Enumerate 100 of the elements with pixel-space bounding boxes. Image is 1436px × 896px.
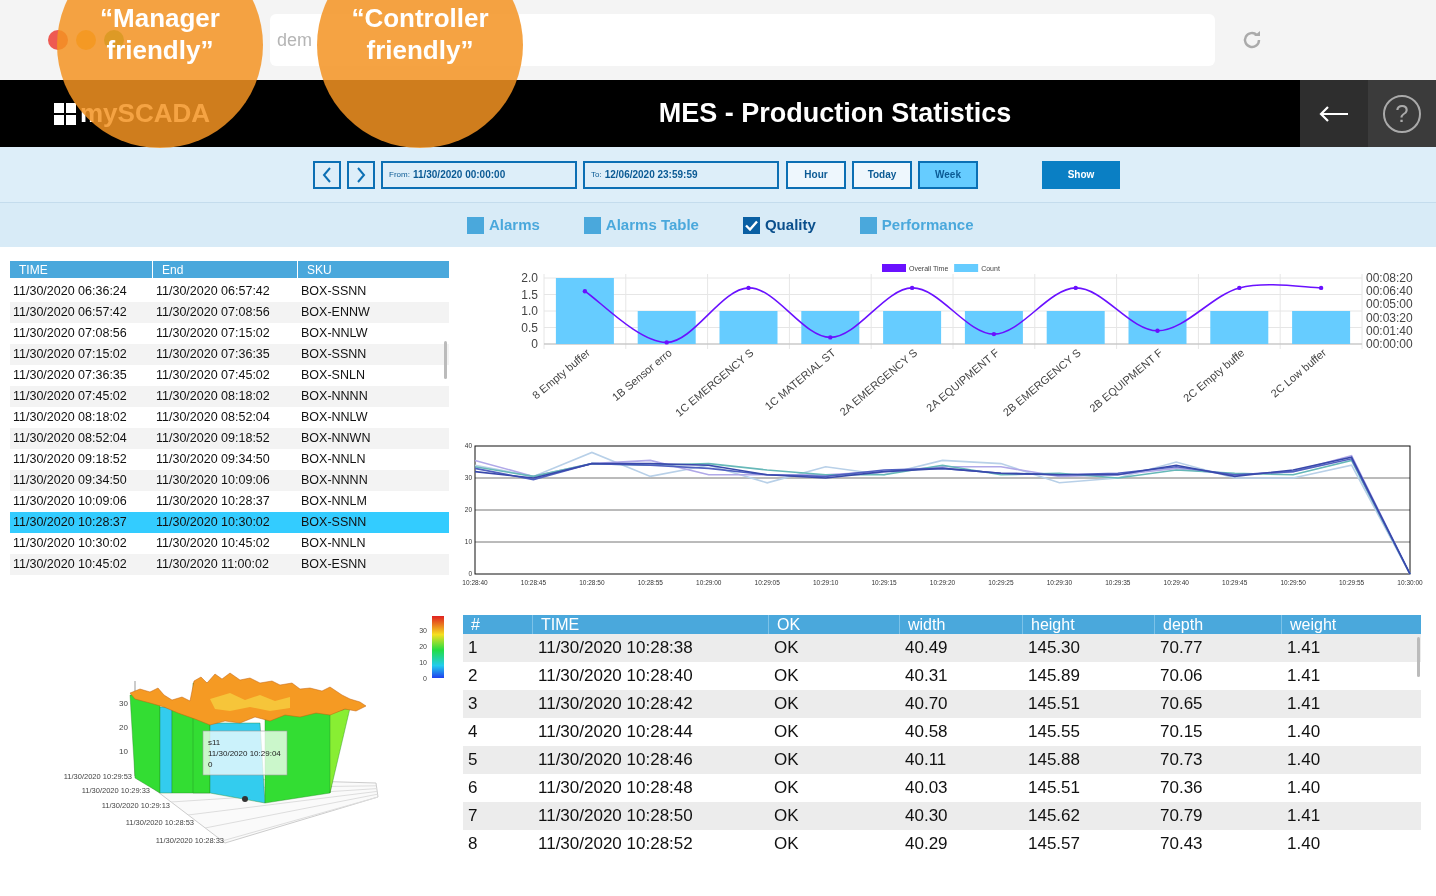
table-cell-text: 11/30/2020 08:18:02 [155,388,271,406]
table-cell-text: 11/30/2020 10:45:02 [12,556,128,574]
table-cell-text: 1.41 [1286,693,1322,716]
legend-swatch [882,264,906,272]
table-row[interactable]: 11/30/2020 06:57:42 11/30/2020 07:08:56 BOX-ENNW [10,302,449,323]
table-cell-text: 70.06 [1159,665,1204,688]
bar [883,311,942,344]
table-cell-text: 1.40 [1286,833,1322,856]
table-cell-text: 145.89 [1027,665,1081,688]
scrollbar[interactable] [444,341,447,379]
table-cell-text: BOX-NNNN [300,388,369,406]
table-cell-text: 70.79 [1159,805,1204,828]
table-cell-text: 11/30/2020 10:45:02 [155,535,271,553]
checkbox[interactable] [742,216,760,234]
table-cell-text: 11/30/2020 07:36:35 [12,367,128,385]
range-button[interactable]: Hour [786,160,846,189]
previous-button[interactable] [313,160,341,189]
table-cell-text: OK [773,749,800,772]
table-cell-text: 8 [467,833,479,856]
axis-tick-label: 0.5 [521,320,538,335]
table-cell-text: 70.77 [1159,637,1204,660]
chevron-right-icon [356,166,366,183]
table-cell-text: 2 [467,665,479,688]
table-cell-text: 145.57 [1027,833,1081,856]
table-cell-text: BOX-NNLW [300,325,369,343]
checkbox[interactable] [583,216,601,234]
bar [555,278,614,344]
axis-tick-label: 20 [119,723,128,732]
table-row[interactable]: 11/30/2020 09:34:50 11/30/2020 10:09:06 BOX-NNNN [10,470,449,491]
axis-tick-label: 1.5 [521,287,538,302]
table-cell-text: 11/30/2020 06:57:42 [155,283,271,301]
table-cell-text: 40.70 [904,693,949,716]
table-cell-text: 11/30/2020 10:28:37 [155,493,271,511]
table-cell-text: 70.36 [1159,777,1204,800]
table-cell-text: 145.51 [1027,777,1081,800]
axis-tick-label: 0 [531,337,538,351]
help-button[interactable]: ? [1383,94,1421,133]
table-row[interactable]: 11/30/2020 10:45:02 11/30/2020 11:00:02 BOX-ESNN [10,554,449,575]
page-title: MES - Production Statistics [658,97,1012,131]
range-button[interactable]: Week [918,160,978,189]
table-row[interactable]: 11/30/2020 08:52:04 11/30/2020 09:18:52 BOX-NNWN [10,428,449,449]
table-cell-text: 11/30/2020 09:18:52 [155,430,271,448]
table-cell-text: BOX-NNLM [300,493,368,511]
table-cell-text: 145.62 [1027,805,1081,828]
bar [801,311,860,344]
table-cell-text: 11/30/2020 07:15:02 [12,346,128,364]
table-cell-text: 1.41 [1286,805,1322,828]
bar [1210,311,1269,344]
table-cell-text: 11/30/2020 07:45:02 [155,367,271,385]
table-cell-text: 11/30/2020 09:34:50 [155,451,271,469]
from-date-field[interactable]: From: 11/30/2020 00:00:00 [381,160,577,189]
table-cell-text: 11/30/2020 10:30:02 [155,514,271,532]
table-cell-text: OK [773,777,800,800]
next-button[interactable] [347,160,375,189]
axis-tick-label: 2.0 [521,271,538,285]
table-cell-text: 11/30/2020 07:36:35 [155,346,271,364]
table-cell-text: 11/30/2020 10:28:37 [12,514,128,532]
table-cell-text: 11/30/2020 10:28:48 [537,777,694,800]
table-cell-text: 40.03 [904,777,949,800]
table-cell-text: 40.30 [904,805,949,828]
table-cell-text: 3 [467,693,479,716]
table-cell-text: BOX-SNLN [300,367,366,385]
table-cell-text: 1.40 [1286,721,1322,744]
back-button[interactable] [1300,80,1368,147]
checkbox[interactable] [859,216,877,234]
table-cell-text: 11/30/2020 08:52:04 [12,430,128,448]
table-cell-text: 6 [467,777,479,800]
checkbox-label[interactable]: Quality [764,213,816,237]
show-button[interactable]: Show [1042,160,1120,189]
to-date-field[interactable]: To: 12/06/2020 23:59:59 [583,160,779,189]
table-cell-text: 145.30 [1027,637,1081,660]
table-cell-text: 11/30/2020 11:00:02 [155,556,270,574]
axis-tick-label: 1.0 [521,304,538,318]
table-cell-text: BOX-SSNN [300,514,368,532]
table-row[interactable]: 11/30/2020 07:45:02 11/30/2020 08:18:02 BOX-NNNN [10,386,449,407]
table-cell-text: 11/30/2020 10:28:40 [537,665,694,688]
table-cell-text: 40.31 [904,665,949,688]
range-button[interactable]: Today [852,160,912,189]
axis-tick-label: 10 [119,747,128,756]
table-cell-text: 11/30/2020 10:28:38 [537,637,694,660]
reload-icon[interactable] [1241,29,1263,51]
checkbox[interactable] [467,216,484,234]
bar [719,311,778,344]
table-cell-text: 11/30/2020 10:28:50 [537,805,694,828]
axis-tick-label: 00:01:40 [1366,323,1413,338]
table-cell-text: 4 [467,721,479,744]
table-cell-text: 1.41 [1286,665,1322,688]
table-cell-text: OK [773,693,800,716]
table-cell-text: 11/30/2020 09:34:50 [12,472,128,490]
table-cell-text: 11/30/2020 08:18:02 [12,409,128,427]
table-cell-text: BOX-NNWN [300,430,372,448]
table-cell-text: 40.29 [904,833,949,856]
table-row[interactable]: 11/30/2020 07:15:02 11/30/2020 07:36:35 BOX-SSNN [10,344,449,365]
table-cell-text: BOX-ENNW [300,304,371,322]
table-row[interactable]: 11/30/2020 10:28:37 11/30/2020 10:30:02 BOX-SSNN [10,512,449,533]
table-cell-text: OK [773,805,800,828]
color-scale-bar [432,616,444,678]
table-cell-text: 70.65 [1159,693,1204,716]
scrollbar[interactable] [1417,637,1420,677]
table-cell-text: OK [773,833,800,856]
